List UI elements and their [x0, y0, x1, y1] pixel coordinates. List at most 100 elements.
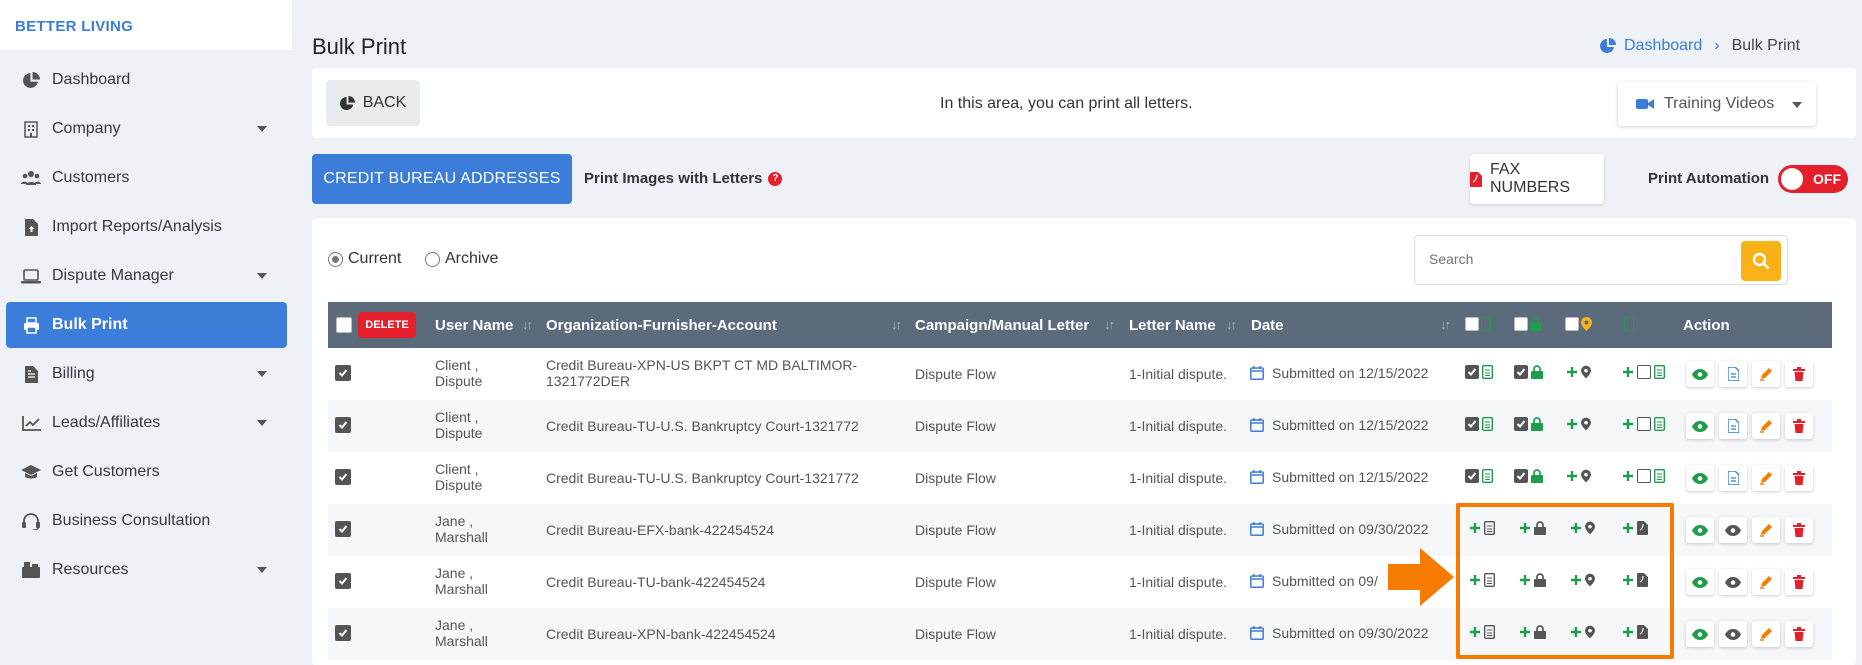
sort-icon[interactable]: ↓↑ — [1226, 317, 1237, 332]
delete-row-button[interactable] — [1785, 465, 1813, 491]
lock-status-group[interactable] — [1514, 417, 1543, 431]
green-lock-icon[interactable] — [1531, 365, 1543, 379]
green-file-icon[interactable] — [1654, 469, 1665, 483]
checked-checkbox[interactable] — [1514, 417, 1528, 431]
checkbox[interactable] — [1637, 417, 1651, 431]
archive-radio[interactable]: Archive — [425, 250, 498, 268]
print-images-label[interactable]: Print Images with Letters ? — [584, 170, 783, 187]
view-button[interactable] — [1686, 465, 1714, 491]
sort-icon[interactable]: ↓↑ — [522, 317, 533, 332]
location-status-group[interactable] — [1566, 469, 1591, 483]
green-file-icon[interactable] — [1482, 417, 1493, 431]
edit-button[interactable] — [1752, 569, 1780, 595]
sidebar-item-billing[interactable]: Billing — [6, 351, 287, 397]
training-videos-dropdown[interactable]: Training Videos — [1618, 82, 1816, 126]
view-button[interactable] — [1686, 517, 1714, 543]
edit-button[interactable] — [1752, 517, 1780, 543]
header-checkbox[interactable] — [1514, 317, 1528, 331]
breadcrumb-home[interactable]: Dashboard — [1624, 37, 1702, 55]
delete-row-button[interactable] — [1785, 361, 1813, 387]
col-file-check[interactable] — [1624, 317, 1634, 331]
document-button[interactable] — [1719, 413, 1747, 439]
col-campaign[interactable]: Campaign/Manual Letter — [915, 317, 1089, 334]
location-status-group[interactable] — [1566, 417, 1591, 431]
plus-icon[interactable] — [1566, 366, 1578, 378]
delete-row-button[interactable] — [1785, 517, 1813, 543]
row-checkbox[interactable] — [335, 417, 351, 433]
col-date[interactable]: Date — [1251, 317, 1284, 334]
delete-row-button[interactable] — [1785, 621, 1813, 647]
sidebar-item-dashboard[interactable]: Dashboard — [6, 57, 287, 103]
row-checkbox[interactable] — [335, 573, 351, 589]
user-name[interactable]: Client , Dispute — [435, 409, 482, 441]
checked-checkbox[interactable] — [1465, 417, 1479, 431]
sidebar-item-business-consultation[interactable]: Business Consultation — [6, 498, 287, 544]
user-name[interactable]: Client , Dispute — [435, 357, 482, 389]
preview-button[interactable] — [1719, 569, 1747, 595]
row-checkbox[interactable] — [335, 365, 351, 381]
row-checkbox[interactable] — [335, 469, 351, 485]
document-button[interactable] — [1719, 361, 1747, 387]
checked-checkbox[interactable] — [1514, 365, 1528, 379]
sidebar-item-customers[interactable]: Customers — [6, 155, 287, 201]
print-status-group[interactable] — [1465, 469, 1493, 483]
user-name[interactable]: Jane , Marshall — [435, 565, 488, 597]
plus-icon[interactable] — [1622, 470, 1634, 482]
location-pin-icon[interactable] — [1581, 365, 1591, 379]
preview-button[interactable] — [1719, 621, 1747, 647]
help-icon[interactable]: ? — [768, 171, 783, 186]
green-lock-icon[interactable] — [1531, 469, 1543, 483]
edit-button[interactable] — [1752, 621, 1780, 647]
sidebar-item-bulk-print[interactable]: Bulk Print — [6, 302, 287, 348]
view-button[interactable] — [1686, 569, 1714, 595]
document-button[interactable] — [1719, 465, 1747, 491]
checked-checkbox[interactable] — [1514, 469, 1528, 483]
green-file-icon[interactable] — [1654, 417, 1665, 431]
file-status-group[interactable] — [1622, 417, 1665, 431]
col-organization[interactable]: Organization-Furnisher-Account — [546, 317, 777, 334]
print-status-group[interactable] — [1465, 417, 1493, 431]
sidebar-item-leads-affiliates[interactable]: Leads/Affiliates — [6, 400, 287, 446]
row-checkbox[interactable] — [335, 521, 351, 537]
lock-status-group[interactable] — [1514, 365, 1543, 379]
delete-button[interactable]: DELETE — [358, 312, 416, 338]
location-pin-icon[interactable] — [1581, 469, 1591, 483]
sidebar-item-get-customers[interactable]: Get Customers — [6, 449, 287, 495]
sort-icon[interactable]: ↓↑ — [1440, 317, 1451, 332]
credit-bureau-addresses-button[interactable]: CREDIT BUREAU ADDRESSES — [312, 154, 572, 204]
search-button[interactable] — [1741, 241, 1781, 281]
green-file-icon[interactable] — [1654, 365, 1665, 379]
user-name[interactable]: Jane , Marshall — [435, 513, 488, 545]
delete-row-button[interactable] — [1785, 569, 1813, 595]
view-button[interactable] — [1686, 413, 1714, 439]
current-radio[interactable]: Current — [328, 250, 401, 268]
fax-numbers-button[interactable]: FAX NUMBERS — [1470, 154, 1604, 204]
table-row[interactable]: Client , Dispute Credit Bureau-XPN-US BKPT… — [328, 348, 1832, 400]
delete-row-button[interactable] — [1785, 413, 1813, 439]
location-pin-icon[interactable] — [1581, 417, 1591, 431]
plus-icon[interactable] — [1622, 366, 1634, 378]
sidebar-item-dispute-manager[interactable]: Dispute Manager — [6, 253, 287, 299]
view-button[interactable] — [1686, 621, 1714, 647]
preview-button[interactable] — [1719, 517, 1747, 543]
col-letter-name[interactable]: Letter Name — [1129, 317, 1216, 334]
plus-icon[interactable] — [1566, 418, 1578, 430]
table-row[interactable]: Client , Dispute Credit Bureau-TU-U.S. Ban… — [328, 452, 1832, 504]
print-automation-toggle[interactable]: OFF — [1778, 165, 1848, 193]
sidebar-item-import-reports-analysis[interactable]: Import Reports/Analysis — [6, 204, 287, 250]
green-file-icon[interactable] — [1482, 469, 1493, 483]
col-lock-check[interactable] — [1514, 317, 1541, 331]
file-status-group[interactable] — [1622, 365, 1665, 379]
sort-icon[interactable]: ↓↑ — [891, 317, 902, 332]
file-status-group[interactable] — [1622, 469, 1665, 483]
checked-checkbox[interactable] — [1465, 365, 1479, 379]
sort-icon[interactable]: ↓↑ — [1104, 317, 1115, 332]
header-checkbox[interactable] — [1565, 317, 1579, 331]
green-file-icon[interactable] — [1482, 365, 1493, 379]
plus-icon[interactable] — [1622, 418, 1634, 430]
edit-button[interactable] — [1752, 361, 1780, 387]
header-checkbox[interactable] — [1465, 317, 1479, 331]
col-location-check[interactable] — [1565, 317, 1592, 331]
col-user-name[interactable]: User Name — [435, 317, 513, 334]
plus-icon[interactable] — [1566, 470, 1578, 482]
